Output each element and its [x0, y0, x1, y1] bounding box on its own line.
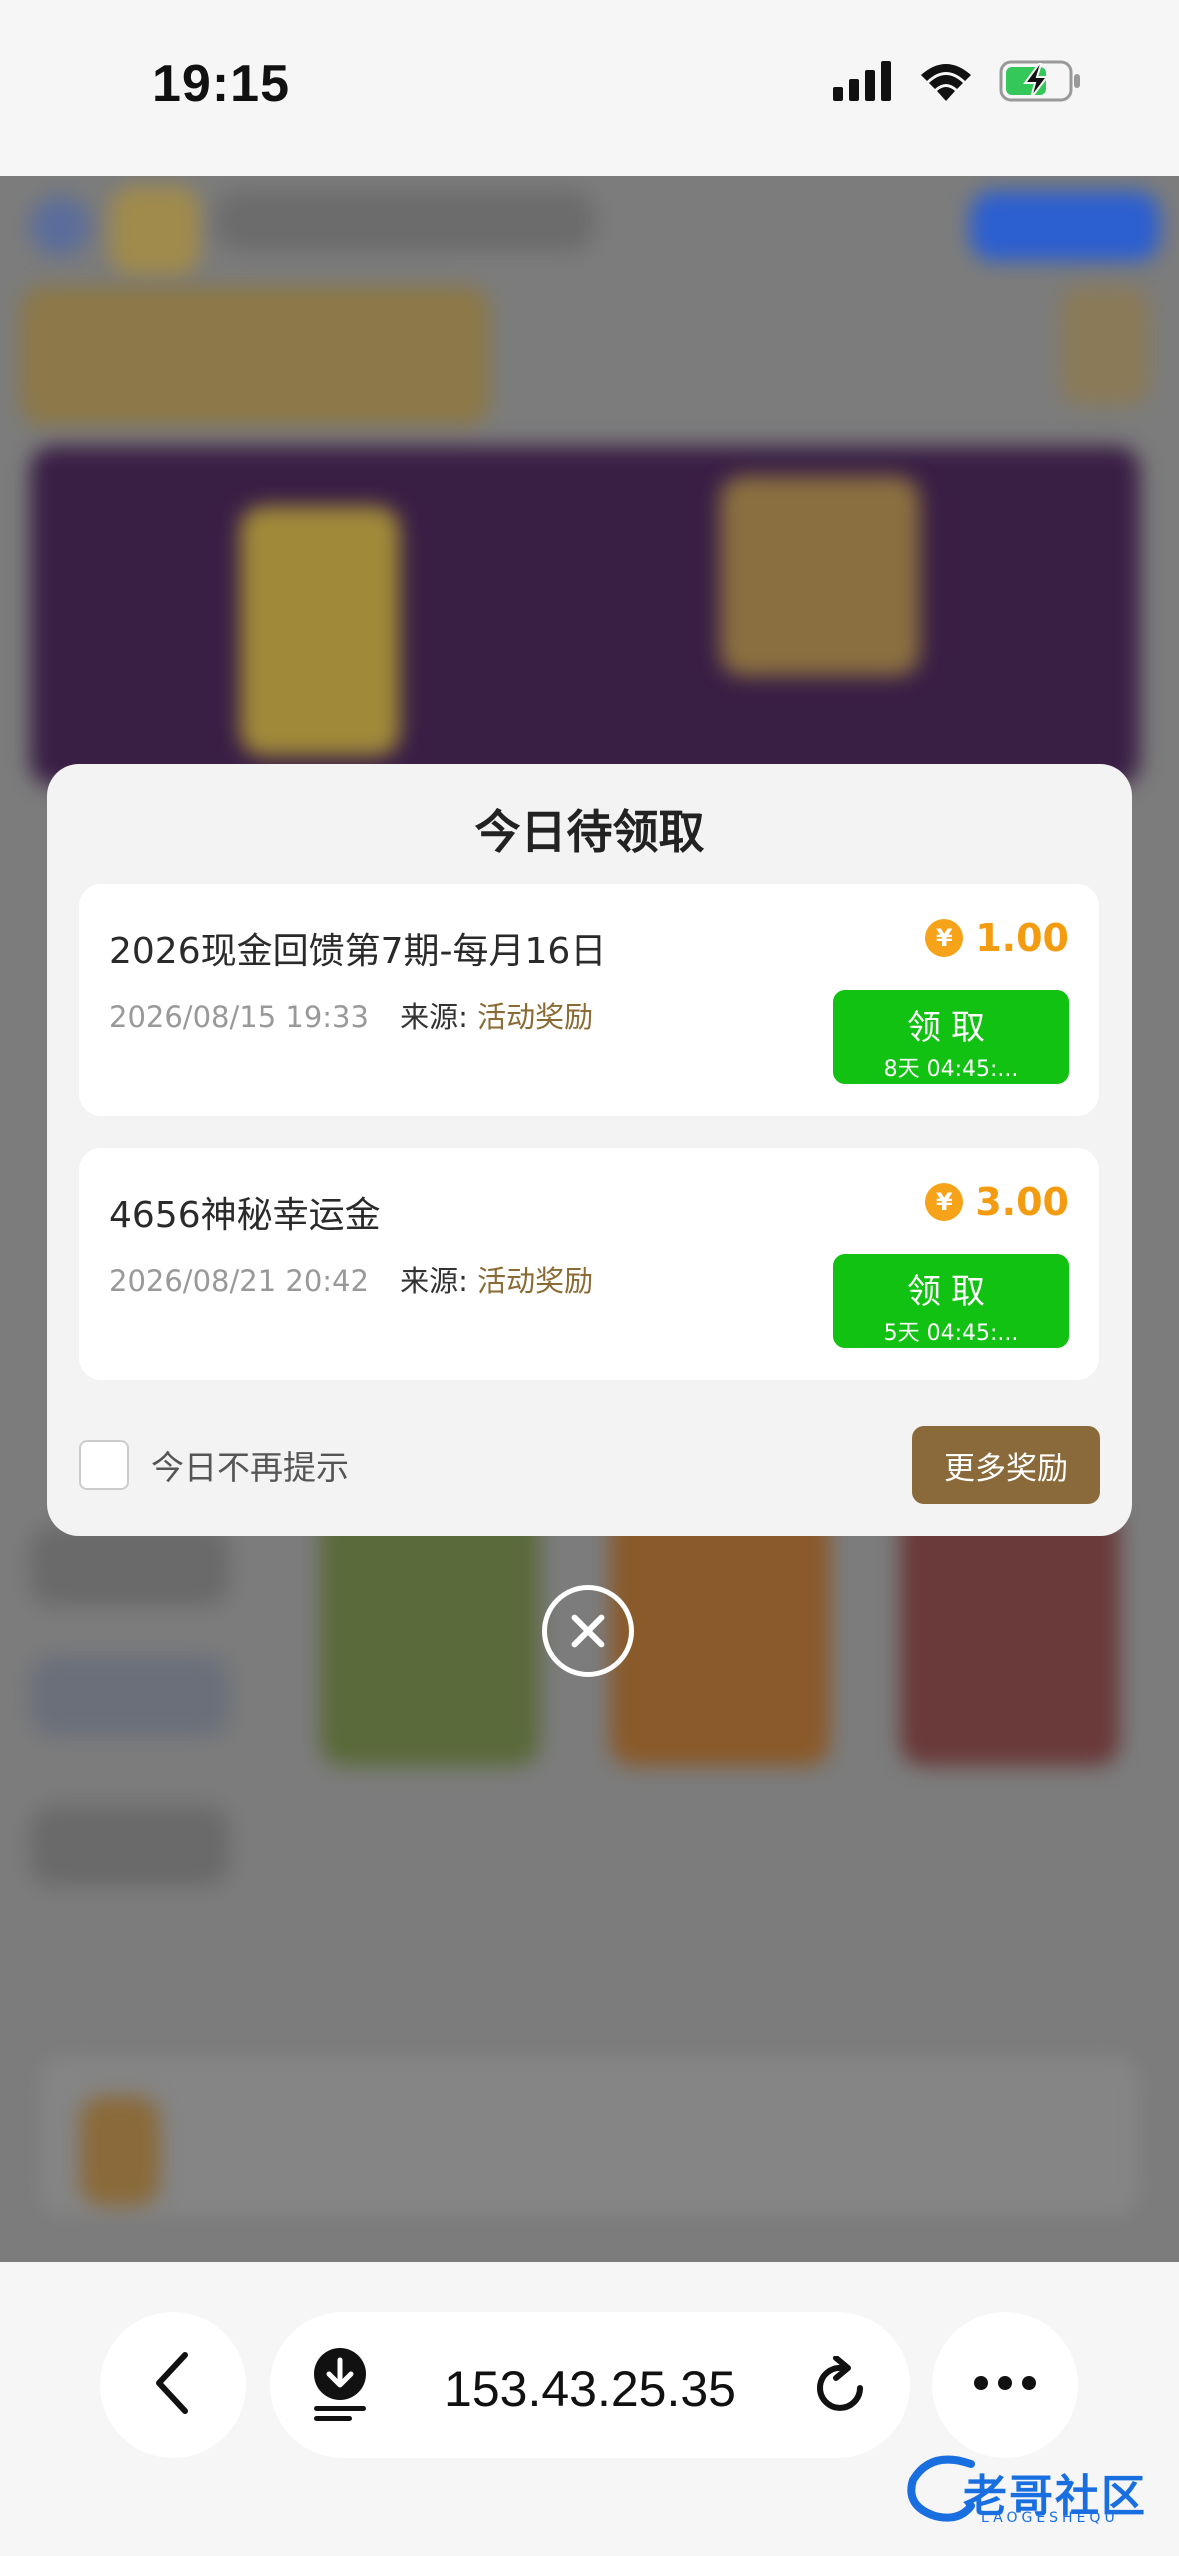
- more-rewards-button[interactable]: 更多奖励: [912, 1426, 1100, 1504]
- status-bar: 19:15: [0, 0, 1179, 176]
- reward-date: 2026/08/15 19:33: [109, 1000, 369, 1034]
- source-value: 活动奖励: [477, 1000, 594, 1034]
- amount-value: 1.00: [975, 916, 1069, 960]
- close-icon[interactable]: [542, 1585, 634, 1677]
- signal-icon: [833, 61, 893, 105]
- back-icon: [153, 2351, 193, 2419]
- reward-card: 4656神秘幸运金 ¥ 3.00 2026/08/21 20:42 来源: 活动…: [79, 1148, 1099, 1380]
- more-icon: [973, 2375, 1037, 2395]
- status-time: 19:15: [152, 55, 290, 113]
- reward-title: 4656神秘幸运金: [109, 1195, 381, 1236]
- claim-button[interactable]: 领取 5天 04:45:...: [833, 1254, 1069, 1348]
- reward-date: 2026/08/21 20:42: [109, 1264, 369, 1298]
- no-remind-checkbox[interactable]: [79, 1440, 129, 1490]
- address-bar[interactable]: 153.43.25.35: [270, 2312, 910, 2458]
- reward-meta: 2026/08/21 20:42 来源: 活动奖励: [109, 1258, 593, 1300]
- claim-button[interactable]: 领取 8天 04:45:...: [833, 990, 1069, 1084]
- reward-meta: 2026/08/15 19:33 来源: 活动奖励: [109, 994, 593, 1036]
- reload-icon[interactable]: [814, 2355, 870, 2420]
- reward-amount: ¥ 1.00: [925, 916, 1069, 960]
- watermark-sub: LAOGESHEQU: [981, 2510, 1119, 2526]
- reward-card: 2026现金回馈第7期-每月16日 ¥ 1.00 2026/08/15 19:3…: [79, 884, 1099, 1116]
- no-remind-label: 今日不再提示: [151, 1448, 349, 1487]
- yen-icon: ¥: [925, 1183, 964, 1221]
- amount-value: 3.00: [975, 1180, 1069, 1224]
- more-button[interactable]: [932, 2312, 1078, 2458]
- source-label: 来源:: [400, 1000, 468, 1034]
- claim-label: 领取: [907, 1008, 995, 1048]
- back-button[interactable]: [100, 2312, 246, 2458]
- wifi-icon: [919, 61, 973, 105]
- claim-countdown: 5天 04:45:...: [883, 1321, 1019, 1346]
- source-label: 来源:: [400, 1264, 468, 1298]
- modal-title: 今日待领取: [474, 805, 705, 859]
- source-value: 活动奖励: [477, 1264, 594, 1298]
- rewards-modal: 今日待领取 2026现金回馈第7期-每月16日 ¥ 1.00 2026/08/1…: [47, 764, 1132, 1536]
- reward-title: 2026现金回馈第7期-每月16日: [109, 931, 607, 972]
- status-icons: [833, 60, 1083, 106]
- watermark-logo: 老哥社区 LAOGESHEQU: [901, 2450, 1161, 2532]
- claim-label: 领取: [907, 1272, 995, 1312]
- no-remind-toggle[interactable]: 今日不再提示: [79, 1440, 349, 1490]
- yen-icon: ¥: [925, 919, 964, 957]
- battery-charging-icon: [999, 60, 1083, 106]
- claim-countdown: 8天 04:45:...: [883, 1057, 1019, 1082]
- reward-amount: ¥ 3.00: [925, 1180, 1069, 1224]
